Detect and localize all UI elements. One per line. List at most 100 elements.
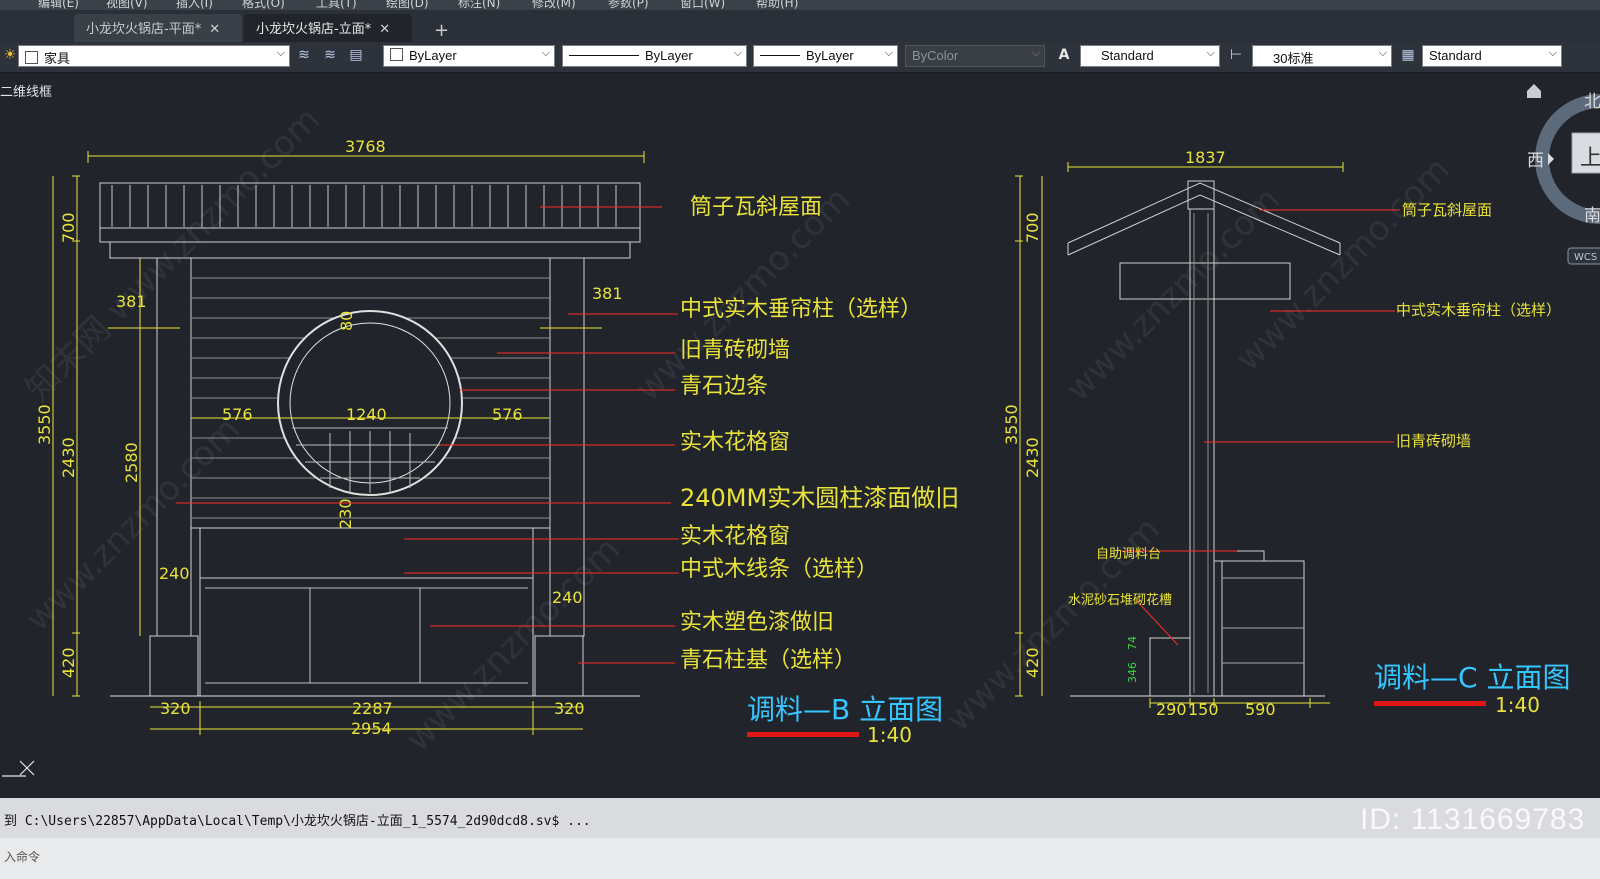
close-icon[interactable]: ✕ bbox=[379, 22, 390, 37]
annotation-label: 实木塑色漆做旧 bbox=[680, 610, 834, 635]
new-tab-button[interactable]: + bbox=[434, 20, 449, 41]
lightbulb-icon[interactable]: ☀ bbox=[0, 47, 20, 65]
title-underline bbox=[1374, 701, 1486, 706]
linetype-preview bbox=[569, 55, 639, 56]
annotation-label: 自助调料台 bbox=[1096, 547, 1161, 562]
drawing-viewport[interactable]: 二维线框 知末网 www.znzmo.com www.znzmo.com www… bbox=[0, 73, 1600, 798]
tab-elevation[interactable]: 小龙坎火锅店-立面* ✕ bbox=[244, 14, 412, 42]
file-tab-bar: 小龙坎火锅店-平面* ✕ 小龙坎火锅店-立面* ✕ + bbox=[0, 10, 1600, 42]
menu-item[interactable]: 修改(M) bbox=[532, 0, 576, 10]
match-layer-icon[interactable]: ≋ bbox=[320, 47, 340, 65]
dim-text: 2430 bbox=[1023, 437, 1042, 478]
chevron-down-icon: ⌵ bbox=[1031, 47, 1040, 59]
dim-text: 2430 bbox=[59, 437, 78, 478]
lineweight-preview bbox=[760, 55, 800, 56]
annotation-label: 240MM实木圆柱漆面做旧 bbox=[680, 484, 959, 512]
dim-text: 290 bbox=[1156, 700, 1187, 719]
layer-previous-icon[interactable]: ▤ bbox=[346, 47, 366, 65]
annotation-label: 实木花格窗 bbox=[680, 430, 790, 455]
menu-item[interactable]: 格式(O) bbox=[242, 0, 285, 10]
dimension-style-dropdown[interactable]: 30标准 ⌵ bbox=[1252, 45, 1392, 67]
dim-text: 2580 bbox=[122, 442, 141, 483]
properties-toolbar: ☀ 家具 ⌵ ≋ ≋ ▤ ByLayer ⌵ ByLayer ⌵ ByLayer ⌵ B… bbox=[0, 42, 1600, 73]
menu-item[interactable]: 窗口(W) bbox=[680, 0, 725, 10]
menu-item[interactable]: 工具(T) bbox=[316, 0, 357, 10]
menu-item[interactable]: 视图(V) bbox=[106, 0, 148, 10]
watermark-text: 知末网 bbox=[18, 309, 118, 409]
annotation-label: 中式木线条（选样） bbox=[680, 557, 878, 582]
color-dropdown[interactable]: ByLayer ⌵ bbox=[383, 45, 555, 67]
dim-text: 700 bbox=[59, 212, 78, 243]
watermark-text: www.znzmo.com bbox=[938, 509, 1168, 739]
dim-text: 80 bbox=[337, 311, 356, 331]
home-icon[interactable] bbox=[1527, 84, 1541, 98]
lineweight-dropdown[interactable]: ByLayer ⌵ bbox=[753, 45, 898, 67]
elevation-b-labels: 筒子瓦斜屋面 中式实木垂帘柱（选样） 旧青砖砌墙 青石边条 实木花格窗 240M… bbox=[680, 195, 959, 673]
tab-label: 小龙坎火锅店-平面* bbox=[86, 22, 202, 37]
layer-states-icon[interactable]: ≋ bbox=[294, 47, 314, 65]
dimension-style-icon[interactable]: ⊢ bbox=[1226, 47, 1246, 65]
watermark-text: www.znzmo.com bbox=[398, 529, 628, 759]
menu-item[interactable]: 帮助(H) bbox=[756, 0, 798, 10]
menu-item[interactable]: 参数(P) bbox=[608, 0, 649, 10]
plotstyle-dropdown: ByColor ⌵ bbox=[905, 45, 1045, 67]
color-swatch bbox=[390, 48, 403, 61]
command-prompt: 入命令 bbox=[4, 850, 41, 864]
drawing-scale-b: 1:40 bbox=[867, 723, 912, 747]
chevron-down-icon: ⌵ bbox=[884, 47, 893, 59]
dim-text: 3550 bbox=[35, 404, 54, 445]
menu-bar: 编辑(E) 视图(V) 插入(I) 格式(O) 工具(T) 绘图(D) 标注(N… bbox=[0, 0, 1600, 10]
menu-item[interactable]: 插入(I) bbox=[176, 0, 213, 10]
planter bbox=[1149, 637, 1191, 697]
table-style-dropdown[interactable]: Standard ⌵ bbox=[1422, 45, 1562, 67]
viewcube[interactable]: 上 西 北 南 WCS bbox=[1527, 84, 1600, 265]
text-style-icon[interactable]: A bbox=[1054, 47, 1074, 65]
dim-text: 240 bbox=[552, 588, 583, 607]
dim-text: 1837 bbox=[1185, 148, 1226, 167]
viewport-visual-style-label[interactable]: 二维线框 bbox=[0, 81, 52, 100]
cad-drawing: 知末网 www.znzmo.com www.znzmo.com www.znzm… bbox=[2, 84, 1600, 777]
dim-text: 3550 bbox=[1002, 404, 1021, 445]
dim-text: 3768 bbox=[345, 137, 386, 156]
dim-text: 150 bbox=[1188, 700, 1219, 719]
chevron-down-icon: ⌵ bbox=[541, 47, 550, 59]
counter-shelves bbox=[1222, 577, 1304, 664]
dim-text: 2287 bbox=[352, 699, 393, 718]
annotation-label: 青石柱基（选样） bbox=[680, 648, 856, 673]
drawing-title-b: 调料—B 立面图 bbox=[747, 693, 943, 726]
linetype-dropdown[interactable]: ByLayer ⌵ bbox=[562, 45, 747, 67]
menu-item[interactable]: 标注(N) bbox=[458, 0, 500, 10]
annotation-label: 中式实木垂帘柱（选样） bbox=[1396, 301, 1561, 319]
dim-text: 420 bbox=[1023, 647, 1042, 678]
counter-top bbox=[199, 527, 534, 579]
dim-text: 576 bbox=[222, 405, 253, 424]
compass-west: 西 bbox=[1527, 151, 1544, 171]
menu-item[interactable]: 编辑(E) bbox=[38, 0, 79, 10]
dim-text: 2954 bbox=[351, 719, 392, 738]
chevron-right-icon[interactable] bbox=[1548, 153, 1554, 165]
annotation-label: 旧青砖砌墙 bbox=[1396, 432, 1471, 450]
elevation-c-labels: 筒子瓦斜屋面 中式实木垂帘柱（选样） 旧青砖砌墙 自助调料台 水泥砂石堆砌花槽 bbox=[1068, 201, 1561, 608]
compass-north: 北 bbox=[1584, 92, 1600, 112]
tab-plan[interactable]: 小龙坎火锅店-平面* ✕ bbox=[74, 14, 242, 42]
dim-text: 346 bbox=[1126, 662, 1139, 683]
layer-dropdown[interactable]: 家具 ⌵ bbox=[18, 45, 290, 67]
title-underline bbox=[747, 732, 859, 737]
chevron-down-icon: ⌵ bbox=[276, 47, 285, 59]
table-style-icon[interactable]: ▦ bbox=[1398, 47, 1418, 65]
text-style-dropdown[interactable]: Standard ⌵ bbox=[1080, 45, 1220, 67]
command-input[interactable]: 入命令 bbox=[0, 838, 1600, 879]
annotation-label: 旧青砖砌墙 bbox=[680, 338, 790, 363]
dim-text: 381 bbox=[592, 284, 623, 303]
chevron-down-icon: ⌵ bbox=[1378, 47, 1387, 59]
compass-south: 南 bbox=[1584, 206, 1600, 226]
dim-text: 700 bbox=[1023, 212, 1042, 243]
close-icon[interactable]: ✕ bbox=[209, 22, 220, 37]
chevron-down-icon: ⌵ bbox=[1548, 47, 1557, 59]
dim-text: 590 bbox=[1245, 700, 1276, 719]
viewcube-face-label: 上 bbox=[1580, 146, 1600, 171]
tab-label: 小龙坎火锅店-立面* bbox=[256, 22, 372, 37]
plinth-right bbox=[534, 635, 584, 697]
menu-item[interactable]: 绘图(D) bbox=[386, 0, 429, 10]
layer-color-swatch bbox=[25, 51, 38, 64]
